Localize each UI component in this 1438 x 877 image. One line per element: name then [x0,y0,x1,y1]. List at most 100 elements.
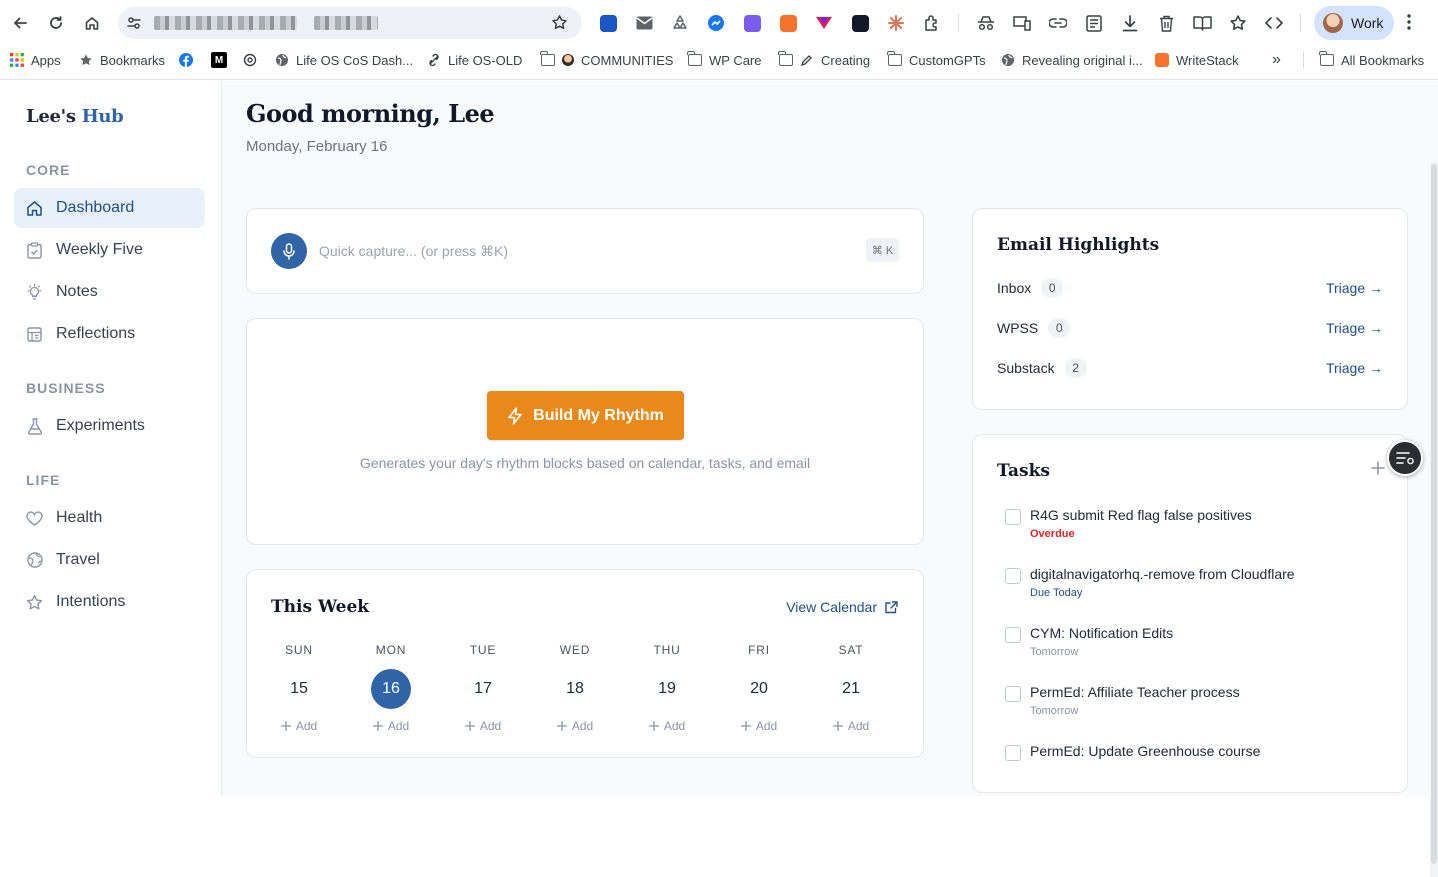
sidebar-item-intentions[interactable]: Intentions [14,582,205,622]
day-date[interactable]: 15 [279,669,319,709]
add-task-button[interactable] [1371,461,1385,480]
bookmark-star-icon[interactable] [551,14,568,36]
home-button[interactable] [80,11,104,35]
task-checkbox[interactable] [1005,686,1021,702]
bookmark-bookmarks[interactable]: Bookmarks [79,51,165,69]
task-checkbox[interactable] [1005,568,1021,584]
task-title[interactable]: CYM: Notification Edits [1030,625,1173,641]
day-date[interactable]: 18 [555,669,595,709]
claude-extension-icon[interactable] [886,13,906,33]
page-scrollbar[interactable] [1430,162,1438,877]
microphone-button[interactable] [271,233,307,269]
bookmark-apps[interactable]: Apps [10,51,61,69]
favorites-star-icon[interactable] [1228,13,1248,33]
extension-icon-5[interactable] [742,13,762,33]
day-column-mon: MON 16 Add [361,643,421,733]
triage-link[interactable]: Triage → [1326,360,1383,376]
sidebar-item-experiments[interactable]: Experiments [14,406,205,446]
code-icon[interactable] [1264,13,1284,33]
bookmark-medium[interactable]: M [211,51,227,69]
sidebar-item-weekly-five[interactable]: Weekly Five [14,230,205,270]
extension-icon-1[interactable] [598,13,618,33]
day-date[interactable]: 17 [463,669,503,709]
quick-capture-card[interactable]: Quick capture... (or press ⌘K) ⌘ K [246,208,924,294]
view-calendar-link[interactable]: View Calendar [786,599,898,615]
plus-icon [740,721,751,731]
reload-button[interactable] [44,11,68,35]
task-title[interactable]: PermEd: Affiliate Teacher process [1030,684,1240,700]
add-label: Add [571,719,594,733]
build-my-rhythm-button[interactable]: Build My Rhythm [487,391,684,440]
floating-assistant-button[interactable] [1387,440,1423,476]
person-emoji-icon [562,54,574,66]
extensions-puzzle-icon[interactable] [922,13,942,33]
bookmark-folder-creating[interactable]: Creating [778,51,870,69]
site-settings-icon[interactable] [126,15,142,36]
trash-icon[interactable] [1156,13,1176,33]
bookmark-label: COMMUNITIES [581,52,674,68]
reader-mode-icon[interactable] [1192,13,1212,33]
task-checkbox[interactable] [1005,509,1021,525]
bookmark-openai[interactable] [243,51,257,69]
add-event-button[interactable]: Add [361,719,421,733]
extension-icon-6[interactable] [778,13,798,33]
brand-logo[interactable]: Lee's Hub [26,106,124,127]
day-date[interactable]: 19 [647,669,687,709]
profile-chip[interactable]: Work [1314,6,1394,40]
all-bookmarks-folder[interactable]: All Bookmarks [1319,51,1424,69]
sidebar-item-health[interactable]: Health [14,498,205,538]
quick-capture-input[interactable]: Quick capture... (or press ⌘K) [319,243,508,260]
devices-icon[interactable] [1012,13,1032,33]
browser-menu-icon[interactable] [1406,13,1412,36]
bookmark-label: WP Care [709,52,762,68]
globe-icon [275,53,289,67]
recycle-extension-icon[interactable] [670,13,690,33]
sidebar-item-dashboard[interactable]: Dashboard [14,188,205,228]
add-event-button[interactable]: Add [545,719,605,733]
bookmark-folder-wp-care[interactable]: WP Care [687,51,762,69]
bookmark-label: CustomGPTs [909,52,986,68]
sidebar-item-notes[interactable]: Notes [14,272,205,312]
today-date[interactable]: 16 [371,669,411,709]
bookmark-revealing[interactable]: Revealing original i... [1001,51,1143,69]
download-icon[interactable] [1120,13,1140,33]
extension-icon-7[interactable] [814,13,834,33]
reading-list-icon[interactable] [1084,13,1104,33]
messenger-extension-icon[interactable] [706,13,726,33]
task-checkbox[interactable] [1005,745,1021,761]
task-checkbox[interactable] [1005,627,1021,643]
bookmark-folder-communities[interactable]: COMMUNITIES [540,51,674,69]
triage-link[interactable]: Triage → [1326,320,1383,336]
sidebar-item-label: Reflections [56,325,136,342]
more-bookmarks-button[interactable]: » [1272,51,1281,69]
add-event-button[interactable]: Add [729,719,789,733]
task-title[interactable]: R4G submit Red flag false positives [1030,507,1252,523]
mail-extension-icon[interactable] [634,13,654,33]
scrollbar-thumb[interactable] [1431,164,1437,864]
add-event-button[interactable]: Add [453,719,513,733]
triage-link[interactable]: Triage → [1326,280,1383,296]
back-arrow-icon [14,17,27,29]
incognito-icon[interactable] [976,13,996,33]
bookmark-life-os-old[interactable]: Life OS-OLD [427,51,522,69]
add-event-button[interactable]: Add [269,719,329,733]
bookmark-writestack[interactable]: WriteStack [1155,51,1239,69]
add-event-button[interactable]: Add [637,719,697,733]
tasks-card: Tasks R4G submit Red flag false positive… [972,434,1408,793]
task-title[interactable]: PermEd: Update Greenhouse course [1030,743,1260,759]
sidebar-item-reflections[interactable]: Reflections [14,314,205,354]
task-title[interactable]: digitalnavigatorhq.-remove from Cloudfla… [1030,566,1295,582]
add-label: Add [479,719,502,733]
sidebar-item-travel[interactable]: Travel [14,540,205,580]
add-event-button[interactable]: Add [821,719,881,733]
day-name: SAT [838,643,864,657]
bookmark-folder-customgpts[interactable]: CustomGPTs [887,51,986,69]
bookmark-facebook[interactable] [179,51,193,69]
extension-icon-8[interactable] [850,13,870,33]
address-bar[interactable] [118,7,582,39]
day-date[interactable]: 20 [739,669,779,709]
back-button[interactable] [8,11,32,35]
copy-link-icon[interactable] [1048,13,1068,33]
bookmark-life-os-cos[interactable]: Life OS CoS Dash... [275,51,413,69]
day-date[interactable]: 21 [831,669,871,709]
